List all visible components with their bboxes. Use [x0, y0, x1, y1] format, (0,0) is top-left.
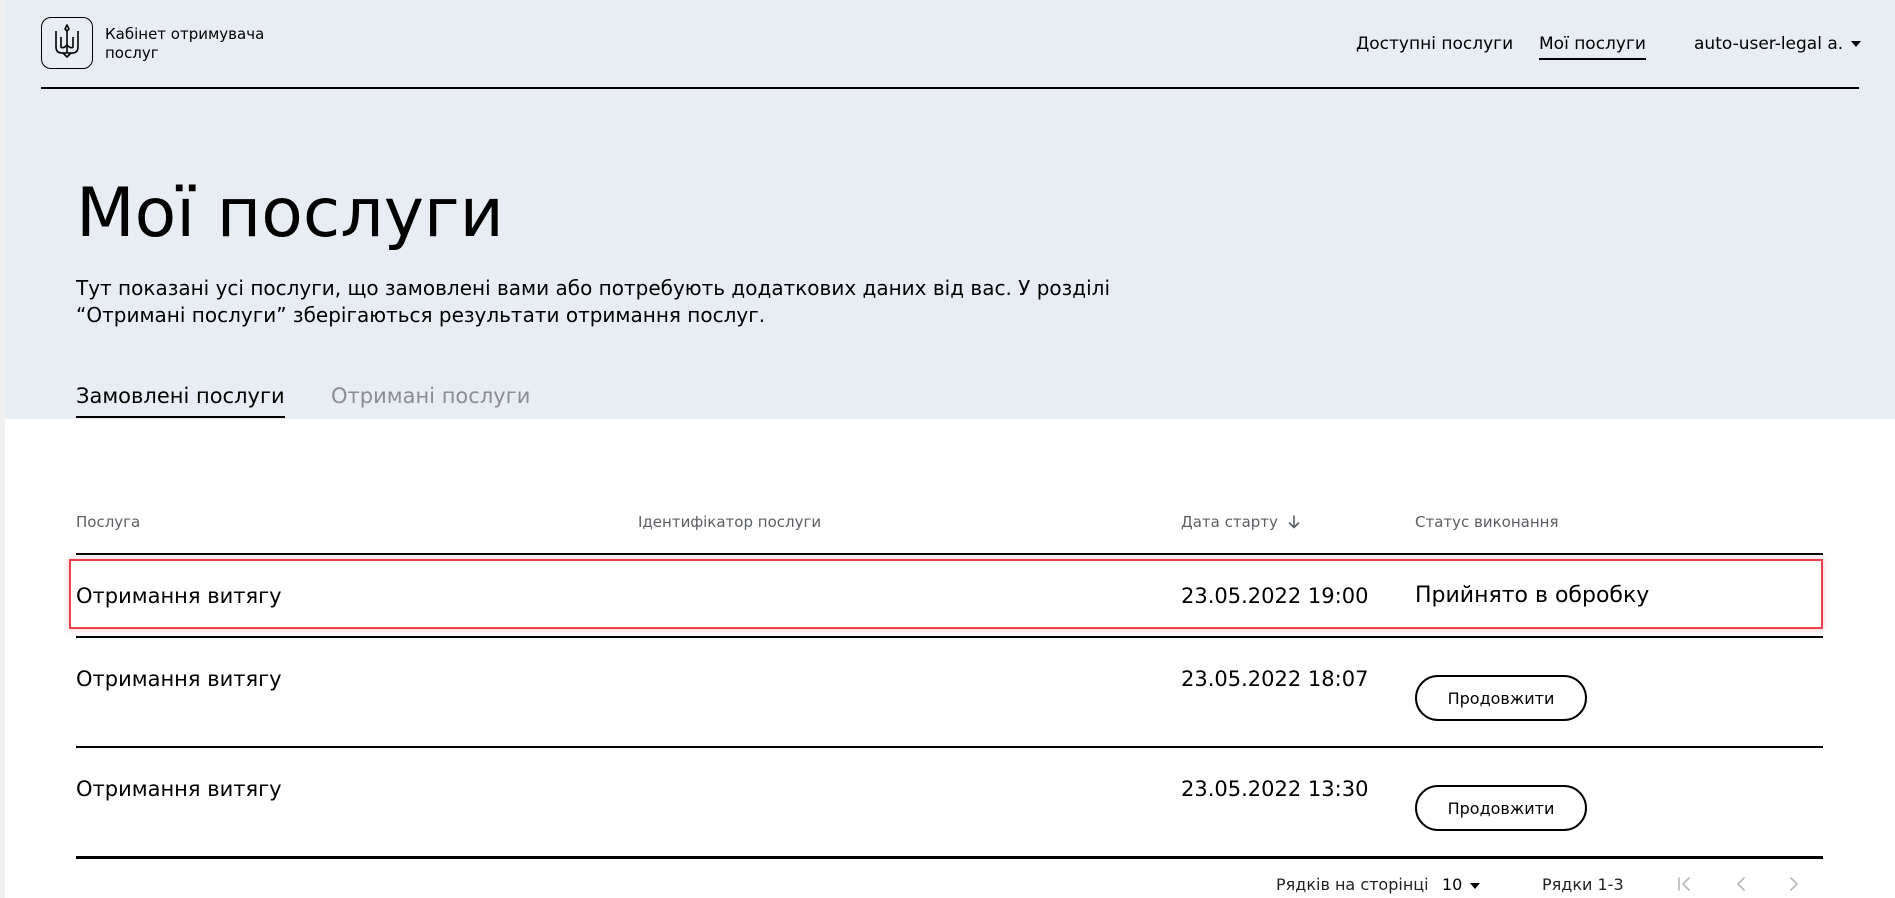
row-divider [76, 746, 1823, 748]
sort-arrow-down-icon[interactable] [1288, 515, 1300, 529]
nav-available-services[interactable]: Доступні послуги [1356, 33, 1513, 55]
column-header-start-date[interactable]: Дата старту [1181, 512, 1300, 532]
caret-down-icon [1470, 882, 1481, 889]
rows-per-page-value: 10 [1442, 875, 1463, 894]
logo[interactable] [41, 17, 93, 69]
tab-ordered-services[interactable]: Замовлені послуги [76, 382, 285, 418]
table-header-divider [76, 553, 1823, 555]
first-page-button[interactable] [1671, 873, 1699, 897]
continue-button[interactable]: Продовжити [1415, 785, 1587, 831]
tab-received-services[interactable]: Отримані послуги [331, 382, 530, 416]
column-header-status: Статус виконання [1415, 513, 1559, 531]
trident-icon [53, 23, 81, 63]
chevron-left-icon [1736, 876, 1746, 895]
continue-button[interactable]: Продовжити [1415, 675, 1587, 721]
first-page-icon [1677, 876, 1693, 895]
column-header-service-id: Ідентифікатор послуги [638, 513, 822, 531]
table-bottom-divider [76, 856, 1823, 859]
column-header-start-date-label: Дата старту [1181, 513, 1278, 531]
user-menu[interactable]: auto-user-legal a. [1694, 33, 1862, 55]
row-divider [76, 636, 1823, 638]
page-title: Мої послуги [76, 174, 504, 253]
rows-range-label: Рядки 1-3 [1542, 875, 1624, 894]
page-description: Тут показані усі послуги, що замовлені в… [76, 276, 1110, 327]
column-header-service: Послуга [76, 513, 141, 531]
caret-down-icon [1851, 41, 1862, 47]
row-highlight-outline [69, 559, 1823, 629]
logo-text: Кабінет отримувача послуг [105, 25, 265, 62]
nav-my-services[interactable]: Мої послуги [1539, 33, 1646, 60]
rows-per-page-label: Рядків на сторінці [1276, 875, 1429, 894]
rows-per-page-select[interactable]: 10 [1442, 875, 1481, 895]
user-name: auto-user-legal a. [1694, 34, 1844, 54]
row-start-date: 23.05.2022 18:07 [1181, 667, 1369, 691]
previous-page-button[interactable] [1727, 873, 1755, 897]
chevron-right-icon [1789, 876, 1799, 895]
row-service-name: Отримання витягу [76, 667, 282, 691]
header-divider [41, 87, 1859, 89]
next-page-button[interactable] [1780, 873, 1808, 897]
row-start-date: 23.05.2022 13:30 [1181, 777, 1369, 801]
row-service-name: Отримання витягу [76, 777, 282, 801]
